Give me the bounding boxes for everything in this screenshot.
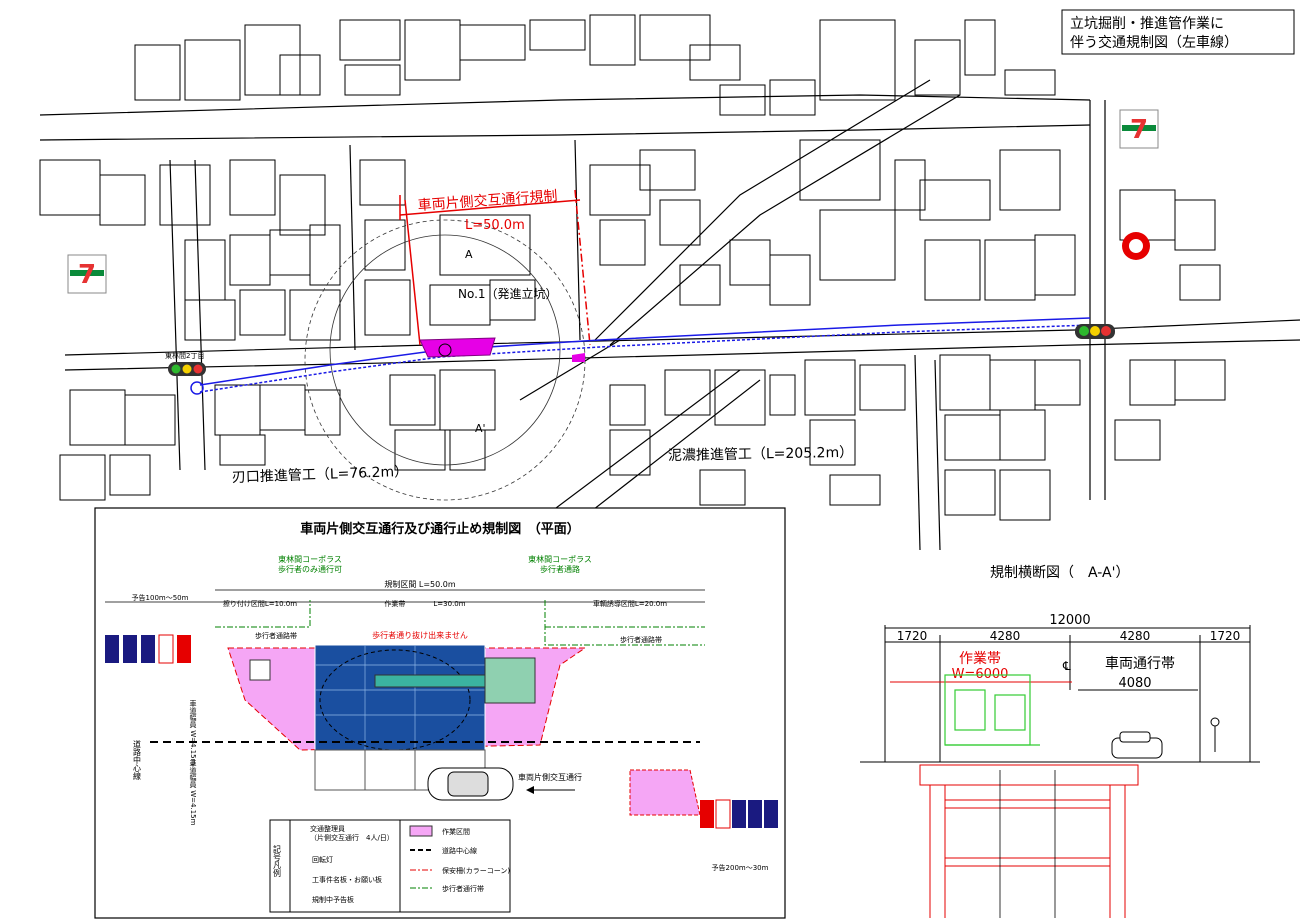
lane-label: 車両通行帯 bbox=[1105, 655, 1175, 672]
excavator-icon bbox=[944, 674, 1040, 746]
notice-right: 予告200m～30m bbox=[712, 863, 769, 872]
centerline-mark: ℄ bbox=[1062, 659, 1071, 673]
cross-section: 規制横断図（ A-A'） 12000 1720 4280 4280 1720 作… bbox=[860, 565, 1260, 918]
legend-item-work: 作業区間 bbox=[442, 827, 470, 836]
no-pass-label: 歩行者通り抜け出来ません bbox=[372, 630, 468, 640]
section-a-label: A bbox=[465, 248, 473, 261]
section-title: 規制横断図（ A-A'） bbox=[990, 565, 1129, 581]
dim-1: 1720 bbox=[897, 629, 928, 643]
pedestrian-icon bbox=[1210, 717, 1220, 752]
section-car-icon bbox=[1111, 731, 1163, 759]
legend-item-ped: 歩行者通行帯 bbox=[442, 884, 484, 893]
legend-item-notice: 規制中予告板 bbox=[312, 895, 354, 904]
shaft-section-icon bbox=[919, 764, 1139, 918]
svg-text:7: 7 bbox=[78, 260, 96, 290]
crosswalk-left-line1: 東林間コーポラス bbox=[278, 554, 342, 564]
regulation-length: L=50.0m bbox=[465, 218, 525, 233]
dim-3: 4280 bbox=[1120, 629, 1151, 643]
width-upper: 車道幅員 W=4.15m bbox=[189, 699, 197, 765]
title-line1: 立坑掘削・推進管作業に bbox=[1070, 16, 1224, 32]
work-band-label: 作業帯 bbox=[959, 651, 1001, 667]
shaft-label: No.1（発進立坑） bbox=[458, 286, 558, 301]
regulation-section: 規制区間 L=50.0m bbox=[384, 579, 456, 589]
svg-text:7: 7 bbox=[1130, 115, 1148, 145]
work-area-shaft bbox=[419, 337, 496, 358]
legend-item-light: 回転灯 bbox=[312, 855, 333, 864]
dim-2: 4280 bbox=[990, 629, 1021, 643]
signal-left-label: 東林間2丁目 bbox=[165, 351, 204, 360]
car-icon bbox=[427, 767, 514, 801]
regulation-label: 車両片側交互通行規制 bbox=[417, 187, 558, 214]
legend-item-board: 工事件名板・お願い板 bbox=[312, 875, 382, 884]
width-lower: 車道幅員 W=4.15m bbox=[189, 759, 197, 825]
notice-boards-right-icon bbox=[700, 799, 778, 829]
legend-item-center: 道路中心線 bbox=[442, 846, 477, 855]
dim-4: 1720 bbox=[1210, 629, 1241, 643]
title-line2: 伴う交通規制図（左車線） bbox=[1070, 34, 1238, 51]
crosswalk-right-line2: 歩行者通路 bbox=[540, 564, 580, 574]
ped-lane-left: 歩行者通路帯 bbox=[255, 631, 297, 640]
seven-eleven-logo-left-icon: 7 bbox=[67, 254, 107, 294]
work-zone: 作業帯 L=30.0m bbox=[384, 599, 465, 608]
taper-left: 擦り付け区間L=10.0m bbox=[223, 599, 297, 608]
traffic-signal-left-icon bbox=[168, 362, 206, 376]
map-buildings bbox=[39, 14, 1226, 521]
legend-item-guard-note: （片側交互通行 4人/日） bbox=[310, 833, 394, 842]
crosswalk-left-line2: 歩行者のみ通行可 bbox=[278, 564, 342, 574]
seven-eleven-logo-right-icon: 7 bbox=[1119, 109, 1159, 149]
buffer-right: 車輌誘導区間L=20.0m bbox=[593, 599, 667, 608]
crosswalk-right-line1: 東林間コーポラス bbox=[528, 554, 592, 564]
legend: 記号凡例 交通整理員 （片側交互通行 4人/日） 回転灯 工事件名板・お願い板 … bbox=[269, 819, 511, 913]
notice-boards-left-icon bbox=[105, 634, 191, 664]
pipe-left-label: 刃口推進管工（L=76.2m） bbox=[232, 464, 409, 486]
work-area-small bbox=[572, 353, 585, 362]
centerline-label: 道路中心線 bbox=[133, 739, 142, 780]
shop-logo-icon bbox=[1122, 232, 1150, 260]
notice-left: 予告100m～50m bbox=[132, 593, 189, 602]
legend-item-fence: 保安柵(カラーコーン) bbox=[442, 866, 510, 875]
pipe-right-label: 泥濃推進管工（L=205.2m） bbox=[668, 445, 854, 464]
legend-title: 記号凡例 bbox=[273, 844, 282, 878]
plan-inset: 車両片側交互通行及び通行止め規制図 （平面） 東林間コーポラス 歩行者のみ通行可… bbox=[94, 507, 786, 919]
legend-item-guard: 交通整理員 bbox=[310, 824, 345, 833]
section-total: 12000 bbox=[1049, 613, 1090, 628]
traffic-signal-right-icon bbox=[1075, 324, 1115, 339]
ped-lane-right: 歩行者通路帯 bbox=[620, 635, 662, 644]
section-a-prime-label: A' bbox=[475, 422, 486, 435]
one-way-label: 車両片側交互通行 bbox=[518, 772, 582, 782]
plan-title: 車両片側交互通行及び通行止め規制図 （平面） bbox=[300, 521, 580, 537]
lane-width: 4080 bbox=[1118, 676, 1151, 691]
traffic-regulation-drawing: 7 7 立坑掘削・推進管作業に 伴う交通規制図（左車線） 車両片側交互通行規制 … bbox=[39, 9, 1301, 919]
